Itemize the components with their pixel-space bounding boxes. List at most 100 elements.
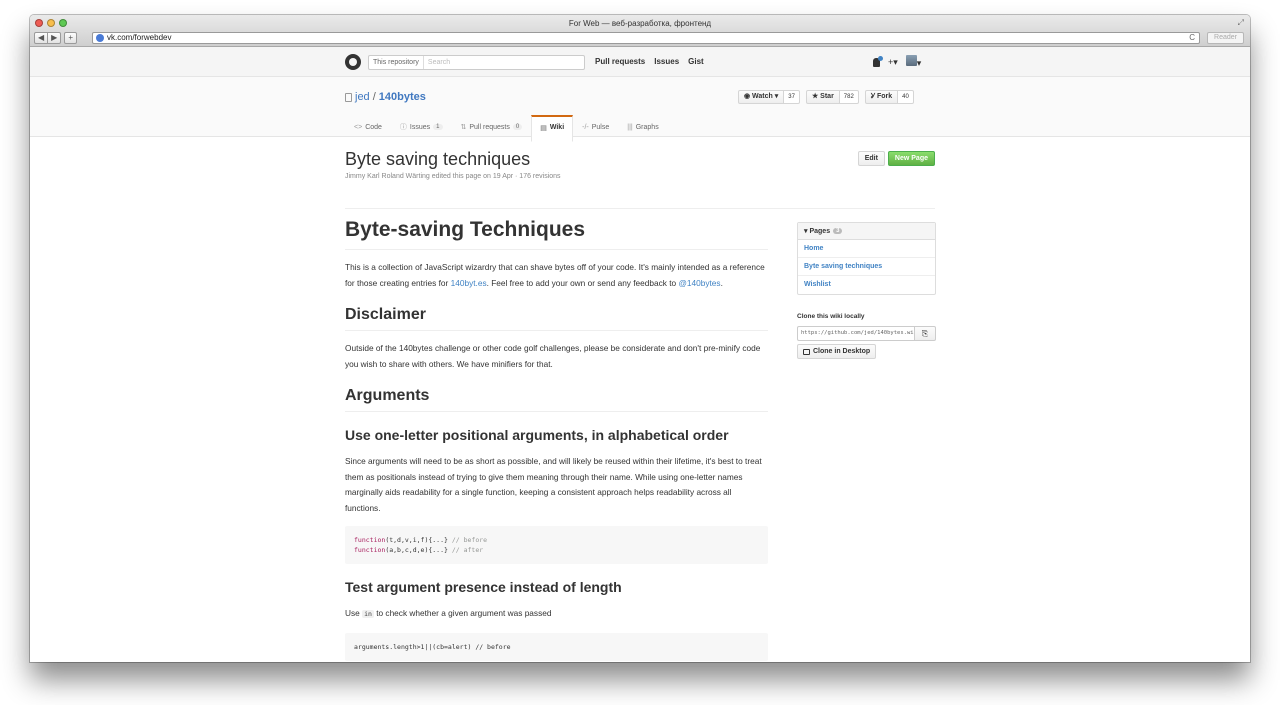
tab-issues[interactable]: ⓘ Issues 1 <box>391 115 452 141</box>
code-line: arguments.length>1||(cb=alert) // before <box>354 642 511 651</box>
search-placeholder: Search <box>427 59 451 66</box>
code-comment: // after <box>447 546 484 554</box>
code-line: function(a,b,c,d,e){...} // after <box>354 545 759 555</box>
page-link-home[interactable]: Home <box>798 240 935 258</box>
repo-actions: ◉ Watch ▾ 37 ★ Star 782 Ỿ Fork 40 <box>738 90 914 104</box>
intro-paragraph: This is a collection of JavaScript wizar… <box>345 260 768 291</box>
wiki-article: Byte-saving Techniques This is a collect… <box>345 217 768 662</box>
back-button[interactable]: ◀ <box>34 32 49 44</box>
copy-clipboard-icon[interactable]: ⎘ <box>915 326 936 341</box>
fork-count[interactable]: 40 <box>898 90 914 104</box>
reader-button[interactable]: Reader <box>1207 32 1244 44</box>
pages-toggle[interactable]: ▾ Pages 3 <box>798 223 935 240</box>
tab-code[interactable]: <> Code <box>345 115 391 141</box>
book-icon: ▤ <box>540 124 547 132</box>
wiki-page-header: Byte saving techniques Jimmy Karl Roland… <box>345 149 935 209</box>
repo-name-link[interactable]: 140bytes <box>379 91 426 103</box>
link-140bytes-twitter[interactable]: @140bytes <box>678 278 720 288</box>
code-comment: // before <box>447 536 488 544</box>
repo-header: jed / 140bytes ◉ Watch ▾ 37 ★ Star 782 Ỿ… <box>30 77 1250 142</box>
tab-label: Issues <box>409 123 431 131</box>
wiki-actions: Edit New Page <box>857 151 935 166</box>
watch-button[interactable]: ◉ Watch ▾ <box>738 90 785 104</box>
repo-title: jed / 140bytes <box>345 91 426 103</box>
desktop-download-icon <box>803 348 810 355</box>
one-letter-args-heading: Use one-letter positional arguments, in … <box>345 427 729 443</box>
clone-url-row: https://github.com/jed/140bytes.wiki.git… <box>797 326 936 341</box>
desktop-background: For Web — веб-разработка, фронтенд ⤢ ◀ ▶… <box>0 0 1280 705</box>
address-url: vk.com/forwebdev <box>107 33 172 42</box>
add-bookmark-button[interactable]: + <box>64 32 77 44</box>
page-content: This repository Search Pull requests Issu… <box>30 47 1250 662</box>
test-arg-text: Use <box>345 608 363 618</box>
star-button-group: ★ Star 782 <box>805 90 859 104</box>
github-octocat-icon[interactable] <box>345 54 361 70</box>
arguments-heading: Arguments <box>345 386 768 412</box>
tab-wiki[interactable]: ▤ Wiki <box>531 115 574 142</box>
github-header: This repository Search Pull requests Issu… <box>30 47 1250 77</box>
tab-label: Pull requests <box>469 123 510 131</box>
site-globe-icon <box>96 34 104 42</box>
watch-button-group: ◉ Watch ▾ 37 <box>738 90 800 104</box>
inline-code: in <box>362 610 374 618</box>
user-menu[interactable]: ▾ <box>905 55 922 69</box>
issues-count-badge: 1 <box>433 124 443 130</box>
watch-count[interactable]: 37 <box>784 90 800 104</box>
clone-in-desktop-button[interactable]: Clone in Desktop <box>797 344 877 359</box>
pull-requests-count-badge: 0 <box>512 124 523 130</box>
clone-url-input[interactable]: https://github.com/jed/140bytes.wiki.git <box>797 326 915 341</box>
code-text: (a,b,c,d,e){...} <box>385 546 448 554</box>
back-forward-group: ◀ ▶ <box>34 32 62 44</box>
notifications-bell-icon[interactable] <box>873 55 883 67</box>
tab-label: Code <box>365 123 382 131</box>
git-pull-request-icon: ⇅ <box>460 124 467 131</box>
fork-button[interactable]: Ỿ Fork <box>864 90 899 104</box>
code-keyword: function <box>354 536 386 544</box>
page-revision-meta: Jimmy Karl Roland Wärting edited this pa… <box>345 173 561 180</box>
code-block: function(t,d,v,i,f){...} // before funct… <box>345 526 768 564</box>
page-title: Byte saving techniques <box>345 149 531 169</box>
wiki-sidebar: ▾ Pages 3 Home Byte saving techniques Wi… <box>797 222 936 360</box>
code-keyword: function <box>354 546 386 554</box>
reload-icon[interactable]: C <box>1189 33 1195 43</box>
tab-graphs[interactable]: ||| Graphs <box>618 115 667 141</box>
nav-gist[interactable]: Gist <box>688 57 704 66</box>
disclaimer-heading: Disclaimer <box>345 305 768 331</box>
window-title: For Web — веб-разработка, фронтенд <box>568 19 712 28</box>
address-bar[interactable]: vk.com/forwebdev C <box>92 32 1200 44</box>
code-text: (t,d,v,i,f){...} <box>385 536 448 544</box>
page-link-wishlist[interactable]: Wishlist <box>798 276 935 294</box>
browser-window: For Web — веб-разработка, фронтенд ⤢ ◀ ▶… <box>30 15 1250 662</box>
forward-button[interactable]: ▶ <box>48 32 62 44</box>
avatar-caret-icon: ▾ <box>916 58 922 68</box>
edit-button[interactable]: Edit <box>857 151 885 166</box>
avatar <box>905 55 917 66</box>
search-input[interactable]: This repository Search <box>368 55 585 70</box>
link-140bytes-site[interactable]: 140byt.es <box>451 278 487 288</box>
new-page-button[interactable]: New Page <box>887 151 935 166</box>
pulse-icon: -/- <box>582 123 589 131</box>
header-nav: Pull requests Issues Gist <box>595 57 704 66</box>
disclaimer-paragraph: Outside of the 140bytes challenge or oth… <box>345 343 761 369</box>
fullscreen-icon[interactable]: ⤢ <box>1238 18 1244 28</box>
tab-pull-requests[interactable]: ⇅ Pull requests 0 <box>452 115 532 141</box>
star-button[interactable]: ★ Star <box>805 90 840 104</box>
nav-pull-requests[interactable]: Pull requests <box>595 57 645 66</box>
create-new-dropdown[interactable]: +▾ <box>888 57 898 68</box>
star-count[interactable]: 782 <box>839 90 859 104</box>
test-arg-heading: Test argument presence instead of length <box>345 579 622 595</box>
nav-issues[interactable]: Issues <box>654 57 679 66</box>
tab-pulse[interactable]: -/- Pulse <box>573 115 618 141</box>
pages-label: ▾ Pages <box>804 228 831 235</box>
article-heading: Byte-saving Techniques <box>345 217 768 250</box>
graph-icon: ||| <box>627 123 633 131</box>
fork-button-group: Ỿ Fork 40 <box>864 90 914 104</box>
repo-tabs: <> Code ⓘ Issues 1 ⇅ Pull requests 0 ▤ Wiki -/… <box>345 115 668 142</box>
pages-count-badge: 3 <box>833 228 843 234</box>
header-user-actions: +▾ ▾ <box>873 55 921 69</box>
intro-text: . Feel free to add your own or send any … <box>486 277 679 288</box>
title-bar: For Web — веб-разработка, фронтенд ⤢ ◀ ▶… <box>30 15 1250 47</box>
page-link-byte-saving-techniques[interactable]: Byte saving techniques <box>798 258 935 276</box>
code-block: arguments.length>1||(cb=alert) // before <box>345 632 768 661</box>
repo-owner-link[interactable]: jed <box>355 91 370 103</box>
